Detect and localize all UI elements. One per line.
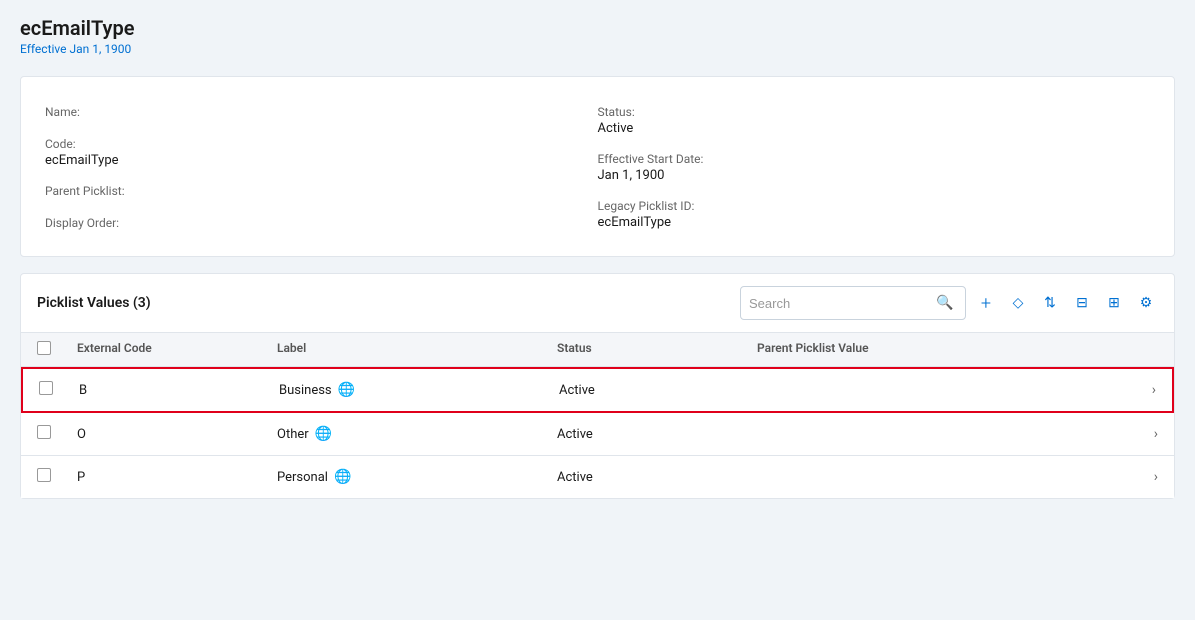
diamond-icon[interactable]: ◇ [1006,291,1030,315]
columns-icon[interactable]: ⊞ [1102,291,1126,315]
row-label-cell: Business 🌐 [279,382,559,398]
row-status: Active [559,383,759,398]
picklist-section: Picklist Values (3) 🔍 + ◇ ⇅ ⊟ ⊞ ⚙ Extern… [20,273,1175,499]
globe-icon: 🌐 [315,426,332,442]
header-status: Status [557,341,757,358]
row-checkbox-cell [37,425,77,443]
status-label: Status: [598,105,1151,119]
globe-icon: 🌐 [338,382,355,398]
table-header: External Code Label Status Parent Pickli… [21,333,1174,367]
row-status: Active [557,470,757,485]
row-label-cell: Other 🌐 [277,426,557,442]
header-parent-picklist-value: Parent Picklist Value [757,341,1128,358]
row-checkbox-cell [37,468,77,486]
name-field: Name: [45,97,598,129]
picklist-header: Picklist Values (3) 🔍 + ◇ ⇅ ⊟ ⊞ ⚙ [21,274,1174,333]
picklist-title: Picklist Values (3) [37,295,151,311]
page-title: ecEmailType [20,16,1175,40]
row-checkbox[interactable] [39,381,53,395]
header-checkbox[interactable] [37,341,51,355]
header-external-code: External Code [77,341,277,358]
globe-icon: 🌐 [334,469,351,485]
effective-start-date-field: Effective Start Date: Jan 1, 1900 [598,144,1151,191]
header-label: Label [277,341,557,358]
page-header: ecEmailType Effective Jan 1, 1900 [20,16,1175,56]
code-label: Code: [45,137,598,151]
legacy-picklist-id-value: ecEmailType [598,215,1151,230]
effective-start-date-value: Jan 1, 1900 [598,168,1151,183]
parent-picklist-label: Parent Picklist: [45,184,598,198]
row-status: Active [557,427,757,442]
effective-date: Effective Jan 1, 1900 [20,42,1175,56]
row-label-cell: Personal 🌐 [277,469,557,485]
parent-picklist-field: Parent Picklist: [45,176,598,208]
display-order-label: Display Order: [45,216,598,230]
legacy-picklist-id-field: Legacy Picklist ID: ecEmailType [598,191,1151,238]
sort-icon[interactable]: ⇅ [1038,291,1062,315]
effective-start-date-label: Effective Start Date: [598,152,1151,166]
row-checkbox[interactable] [37,468,51,482]
row-external-code: B [79,383,279,398]
row-label: Other [277,427,309,442]
search-icon[interactable]: 🔍 [933,291,957,315]
row-chevron-right[interactable]: › [1128,426,1158,442]
detail-right-column: Status: Active Effective Start Date: Jan… [598,97,1151,240]
row-checkbox[interactable] [37,425,51,439]
legacy-picklist-id-label: Legacy Picklist ID: [598,199,1151,213]
add-icon[interactable]: + [974,291,998,315]
detail-card: Name: Code: ecEmailType Parent Picklist:… [20,76,1175,257]
display-order-field: Display Order: [45,208,598,240]
filter-icon[interactable]: ⊟ [1070,291,1094,315]
row-external-code: P [77,470,277,485]
table-body: B Business 🌐 Active › O Other 🌐 Active ›… [21,367,1174,498]
row-chevron-right[interactable]: › [1128,469,1158,485]
table-row[interactable]: B Business 🌐 Active › [21,367,1174,413]
table-row[interactable]: O Other 🌐 Active › [21,413,1174,456]
row-label: Personal [277,470,328,485]
status-value: Active [598,121,1151,136]
row-label: Business [279,383,332,398]
row-external-code: O [77,427,277,442]
code-field: Code: ecEmailType [45,129,598,176]
picklist-toolbar: 🔍 + ◇ ⇅ ⊟ ⊞ ⚙ [740,286,1158,320]
search-box[interactable]: 🔍 [740,286,966,320]
code-value: ecEmailType [45,153,598,168]
name-label: Name: [45,105,598,119]
row-chevron-right[interactable]: › [1126,382,1156,398]
row-checkbox-cell [39,381,79,399]
settings-icon[interactable]: ⚙ [1134,291,1158,315]
detail-grid: Name: Code: ecEmailType Parent Picklist:… [45,97,1150,240]
header-action [1128,341,1158,358]
header-checkbox-cell [37,341,77,358]
status-field: Status: Active [598,97,1151,144]
page-container: ecEmailType Effective Jan 1, 1900 Name: … [0,0,1195,620]
table-row[interactable]: P Personal 🌐 Active › [21,456,1174,498]
search-input[interactable] [749,296,929,311]
detail-left-column: Name: Code: ecEmailType Parent Picklist:… [45,97,598,240]
